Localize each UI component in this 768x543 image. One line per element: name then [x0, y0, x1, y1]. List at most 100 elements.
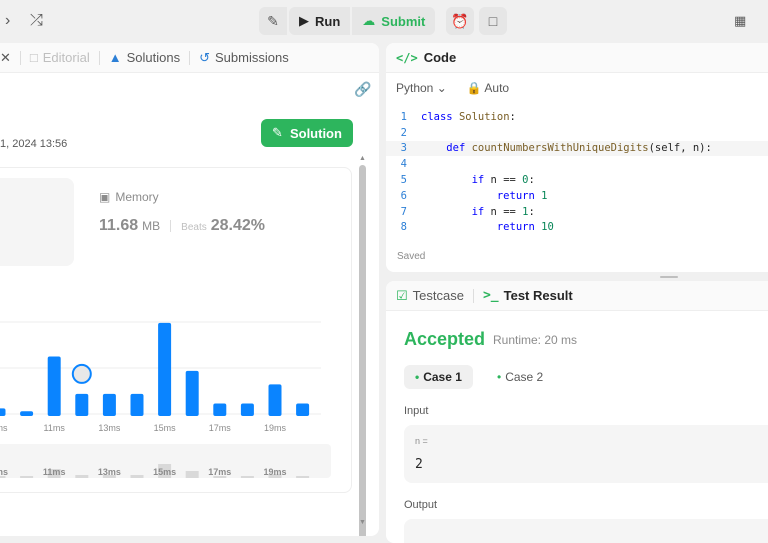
x-tick-label: 11ms — [44, 423, 66, 433]
solution-button[interactable]: ✎ Solution — [261, 119, 353, 147]
left-tab-bar: ✕ □ Editorial ▲ Solutions ↺ Submissions — [0, 43, 379, 73]
result-status: Accepted — [404, 329, 486, 349]
layout-grid-icon[interactable]: ▦ — [734, 12, 746, 30]
code-line[interactable]: 6 return 1 — [386, 188, 768, 204]
line-number: 5 — [400, 174, 407, 187]
share-link-icon[interactable]: 🔗 — [354, 81, 371, 98]
history-icon: ↺ — [199, 49, 210, 65]
language-row: Python ⌄ 🔒 Auto — [386, 73, 768, 103]
result-runtime: Runtime: 20 ms — [493, 333, 578, 347]
code-header: </> Code — [386, 43, 768, 73]
output-box — [404, 519, 768, 543]
performance-card: ▣ Memory 11.68 MB Beats 28.42% 9ms 11ms 13… — [0, 167, 352, 493]
input-box: n = 2 — [404, 425, 768, 483]
runtime-bar — [0, 408, 6, 416]
overview-bar — [130, 475, 144, 478]
saved-status: Saved — [397, 251, 426, 262]
play-icon: ▶ — [299, 13, 309, 28]
overview-bar — [240, 476, 254, 478]
tab-solutions[interactable]: ▲ Solutions — [109, 50, 180, 65]
runtime-bar — [185, 370, 199, 416]
tab-test-result[interactable]: >_ Test Result — [483, 288, 573, 303]
edit-icon: ✎ — [272, 125, 283, 140]
language-select[interactable]: Python ⌄ — [396, 81, 447, 95]
code-line[interactable]: 7 if n == 1: — [386, 204, 768, 220]
tab-editorial[interactable]: □ Editorial — [30, 50, 90, 65]
overview-bar — [75, 475, 89, 478]
auto-mode[interactable]: 🔒 Auto — [467, 81, 509, 95]
case-2-tab[interactable]: • Case 2 — [486, 365, 554, 389]
x-tick-label: 9ms — [0, 423, 8, 433]
code-line[interactable]: 5 if n == 0: — [386, 172, 768, 188]
overview-tick-label: 11ms — [43, 467, 66, 477]
code-text: class Solution: — [421, 110, 516, 123]
chevron-down-icon: ⌄ — [436, 81, 447, 95]
debug-icon[interactable]: ✎ — [259, 7, 287, 35]
submit-button[interactable]: ☁ Submit — [352, 7, 436, 35]
code-text: if n == 1: — [471, 205, 535, 218]
code-icon: </> — [396, 50, 418, 65]
code-text: def countNumbersWithUniqueDigits(self, n… — [446, 142, 712, 155]
runtime-bar — [213, 403, 227, 416]
overview-tick-label: 9ms — [0, 467, 8, 477]
alarm-clock-icon[interactable]: ⏰ — [446, 7, 474, 35]
memory-label: ▣ Memory — [99, 190, 159, 204]
code-editor[interactable]: 1 class Solution: 2 3 def countNumbersWithU… — [386, 109, 768, 235]
overview-tick-label: 15ms — [153, 467, 176, 477]
top-toolbar: › ⤮ ✎ ▶ Run ☁ Submit ⏰ □ ▦ — [0, 0, 768, 42]
runtime-bar — [20, 411, 34, 416]
case-1-tab[interactable]: • Case 1 — [404, 365, 473, 389]
runtime-bar — [268, 384, 282, 416]
flask-icon: ▲ — [108, 50, 122, 65]
overview-tick-label: 19ms — [263, 467, 286, 477]
code-text: if n == 0: — [471, 174, 535, 187]
terminal-icon: >_ — [482, 288, 499, 303]
tab-submissions[interactable]: ↺ Submissions — [199, 50, 289, 66]
runtime-bar — [102, 393, 116, 416]
x-tick-label: 19ms — [264, 423, 287, 433]
test-result-panel: ☑ Testcase >_ Test Result Accepted Runti… — [386, 281, 768, 543]
scroll-up-icon[interactable]: ▲ — [359, 155, 366, 162]
code-line[interactable]: 2 — [386, 125, 768, 141]
x-tick-label: 15ms — [154, 423, 177, 433]
memory-value: 11.68 MB Beats 28.42% — [99, 217, 265, 234]
overview-tick-label: 13ms — [98, 467, 121, 477]
code-line[interactable]: 1 class Solution: — [386, 109, 768, 125]
overview-bar — [20, 476, 34, 478]
submission-panel: ✕ □ Editorial ▲ Solutions ↺ Submissions … — [0, 43, 379, 536]
overview-tick-label: 17ms — [208, 467, 231, 477]
line-number: 3 — [400, 142, 407, 155]
run-button[interactable]: ▶ Run — [289, 7, 351, 35]
line-number: 6 — [400, 189, 407, 202]
submission-date: 1, 2024 13:56 — [0, 138, 68, 150]
scrollbar[interactable] — [359, 165, 366, 536]
checkbox-icon: ☑ — [396, 287, 408, 303]
cloud-upload-icon: ☁ — [362, 13, 376, 28]
runtime-distribution-chart[interactable]: 9ms 11ms 13ms 15ms 17ms 19ms 9ms 11ms 13ms 15ms 17… — [0, 278, 339, 478]
overview-bar — [185, 471, 199, 478]
runtime-stat-box[interactable] — [0, 178, 74, 266]
runtime-bar — [75, 393, 89, 416]
close-icon[interactable]: ✕ — [0, 50, 11, 66]
scroll-down-icon[interactable]: ▼ — [359, 519, 366, 526]
code-line[interactable]: 4 — [386, 156, 768, 172]
memory-chip-icon: ▣ — [99, 190, 111, 204]
note-icon[interactable]: □ — [479, 7, 507, 35]
code-line[interactable]: 8 return 10 — [386, 220, 768, 236]
runtime-bar — [158, 322, 172, 416]
input-variable: n = — [415, 436, 428, 446]
lock-icon: 🔒 — [466, 81, 482, 95]
tab-testcase[interactable]: ☑ Testcase — [396, 288, 464, 304]
input-value: 2 — [415, 457, 423, 472]
shuffle-icon[interactable]: ⤮ — [30, 12, 43, 30]
overview-bar — [296, 476, 310, 478]
input-label: Input — [404, 405, 429, 417]
runtime-bar — [296, 403, 310, 416]
runtime-bar — [240, 403, 254, 416]
your-submission-marker — [71, 363, 92, 384]
code-line[interactable]: 3 def countNumbersWithUniqueDigits(self,… — [386, 140, 768, 157]
panel-resize-handle[interactable] — [660, 276, 678, 278]
code-text: return 10 — [496, 221, 554, 234]
x-tick-label: 13ms — [98, 423, 121, 433]
chevron-right-icon[interactable]: › — [5, 12, 10, 30]
